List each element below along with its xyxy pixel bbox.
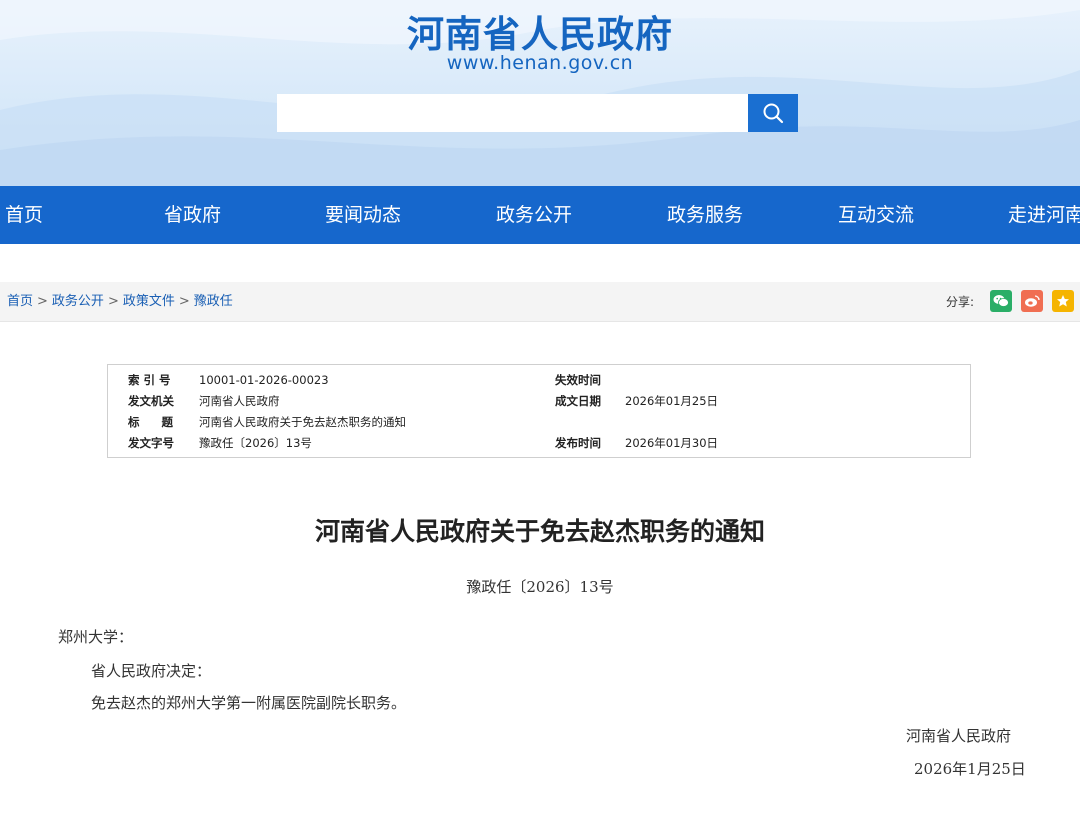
issuer-value: 河南省人民政府 (199, 394, 280, 408)
breadcrumb: 首页 > 政务公开 > 政策文件 > 豫政任 (7, 282, 233, 322)
star-icon (1057, 295, 1069, 307)
document-title: 河南省人民政府关于免去赵杰职务的通知 (314, 517, 765, 546)
site-title: 河南省人民政府 (407, 13, 673, 56)
search-icon (763, 103, 784, 124)
search-input[interactable] (277, 94, 749, 132)
breadcrumb-separator: > (178, 294, 190, 309)
title-label: 标 题 (128, 415, 174, 429)
share-wechat-button[interactable] (990, 290, 1012, 312)
index-label: 索 引 号 (128, 373, 171, 387)
breadcrumb-government-affairs[interactable]: 政务公开 (52, 294, 104, 309)
main-nav: 首页 省政府 要闻动态 政务公开 政务服务 互动交流 走进河南 (0, 186, 1080, 244)
breadcrumb-separator: > (37, 294, 48, 309)
document-paragraph: 省人民政府决定： (91, 662, 212, 680)
document-date: 2026年1月25日 (914, 760, 1026, 778)
published-date-value: 2026年01月30日 (625, 436, 719, 450)
breadcrumb-current[interactable]: 豫政任 (194, 294, 233, 309)
breadcrumb-bar: 首页 > 政务公开 > 政策文件 > 豫政任 分享: (0, 282, 1080, 322)
share-label: 分享: (946, 295, 975, 309)
share-favorite-button[interactable] (1052, 290, 1074, 312)
nav-item-government-services[interactable]: 政务服务 (667, 186, 743, 244)
document-signature: 河南省人民政府 (906, 727, 1012, 745)
document-addressee: 郑州大学： (58, 628, 134, 646)
nav-item-home[interactable]: 首页 (5, 186, 43, 244)
nav-item-about-henan[interactable]: 走进河南 (1008, 186, 1080, 244)
document-paragraph: 免去赵杰的郑州大学第一附属医院副院长职务。 (91, 694, 407, 712)
breadcrumb-separator: > (107, 294, 119, 309)
index-value: 10001-01-2026-00023 (199, 373, 329, 387)
document-number: 豫政任〔2026〕13号 (466, 578, 614, 596)
doc-number-value: 豫政任〔2026〕13号 (199, 436, 312, 450)
nav-item-provincial-government[interactable]: 省政府 (164, 186, 221, 244)
title-value: 河南省人民政府关于免去赵杰职务的通知 (199, 415, 406, 429)
breadcrumb-policy-documents[interactable]: 政策文件 (123, 294, 175, 309)
created-date-label: 成文日期 (555, 394, 601, 408)
nav-item-government-affairs[interactable]: 政务公开 (496, 186, 572, 244)
nav-item-news[interactable]: 要闻动态 (325, 186, 401, 244)
site-url: www.henan.gov.cn (446, 52, 634, 74)
created-date-value: 2026年01月25日 (625, 394, 719, 408)
breadcrumb-home[interactable]: 首页 (7, 294, 33, 309)
published-date-label: 发布时间 (555, 436, 601, 450)
header-banner: 河南省人民政府 www.henan.gov.cn (0, 0, 1080, 186)
nav-item-interaction[interactable]: 互动交流 (838, 186, 914, 244)
share-weibo-button[interactable] (1021, 290, 1043, 312)
doc-number-label: 发文字号 (128, 436, 174, 450)
weibo-icon (1025, 295, 1040, 307)
wechat-icon (993, 295, 1009, 307)
invalid-date-label: 失效时间 (555, 373, 601, 387)
issuer-label: 发文机关 (128, 394, 174, 408)
document-info-table: 索 引 号 10001-01-2026-00023 失效时间 发文机关 河南省人… (107, 364, 971, 458)
search-button[interactable] (748, 94, 798, 132)
